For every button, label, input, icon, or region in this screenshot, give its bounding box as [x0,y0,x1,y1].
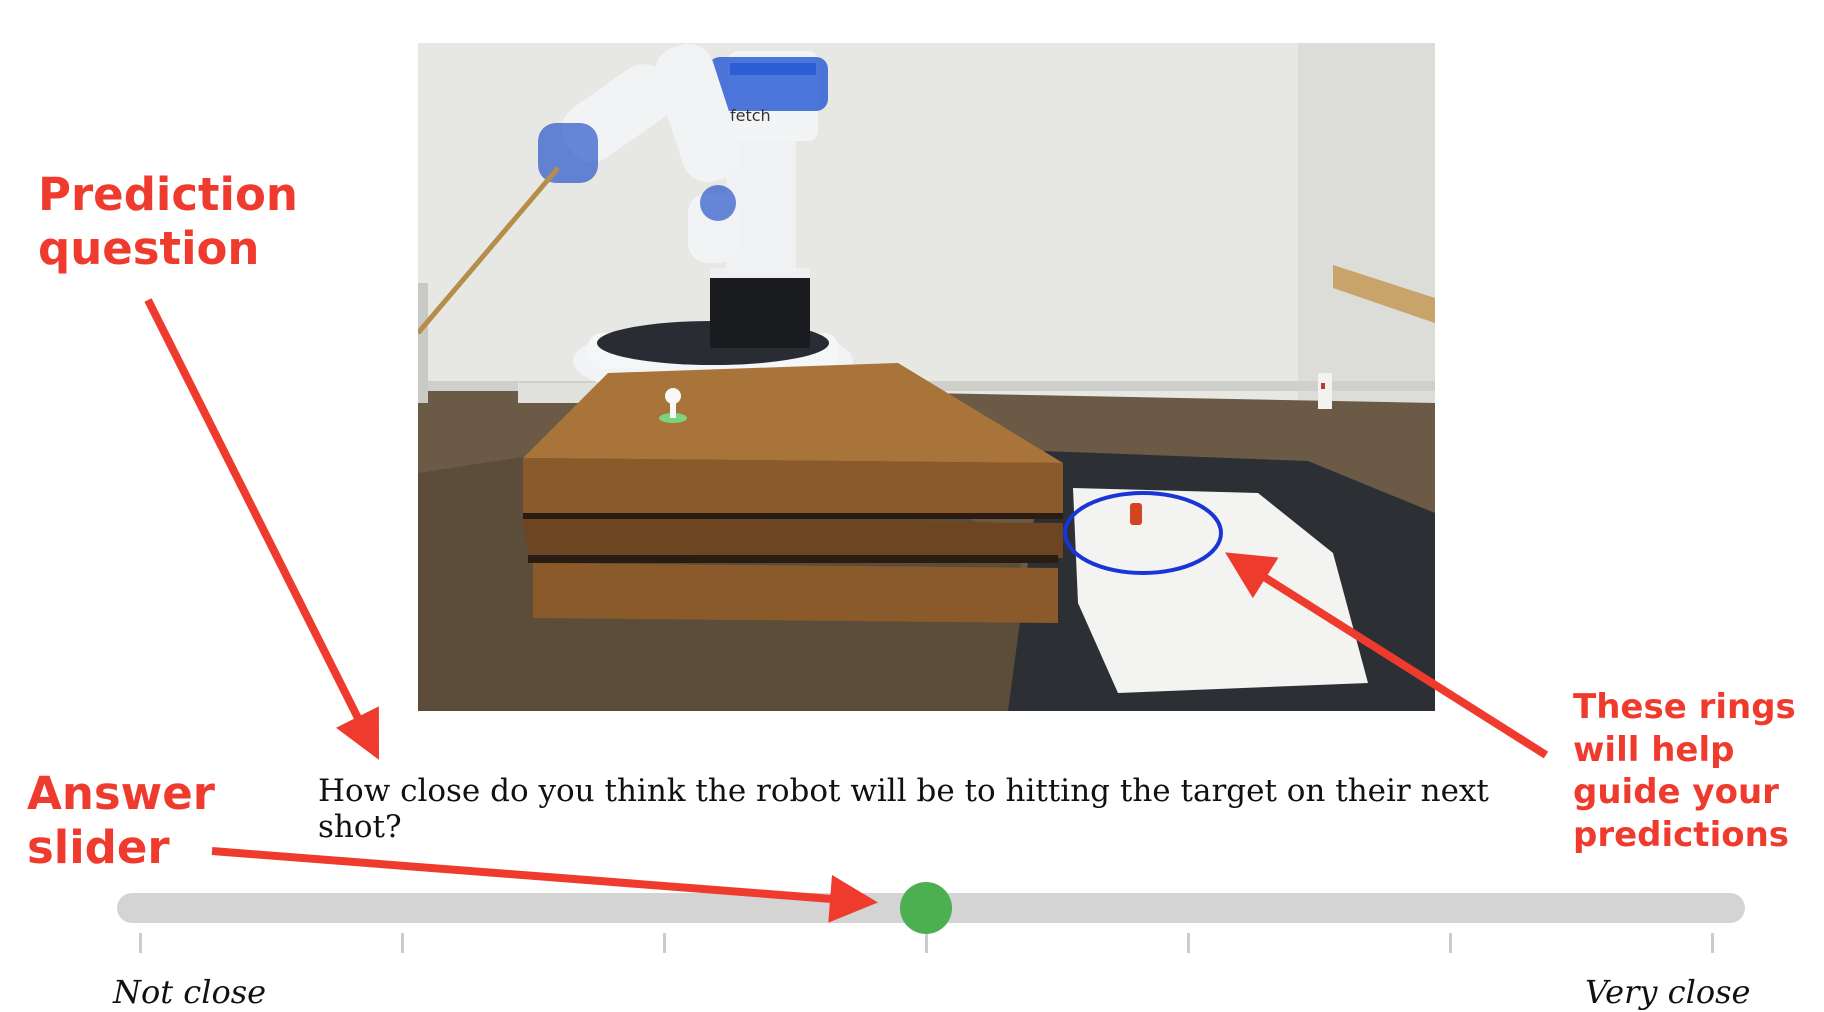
slider-tick [663,933,666,953]
annotation-rings-hint: These rings will help guide your predict… [1573,687,1796,855]
survey-screen: fetch Prediction question Answer slider … [0,0,1824,1012]
robot-scene-image: fetch [418,43,1435,711]
answer-slider-thumb[interactable] [900,882,952,934]
annotation-answer-slider: Answer slider [27,767,215,874]
slider-max-label: Very close [1585,973,1751,1011]
slider-min-label: Not close [113,973,267,1011]
slider-tick [925,933,928,953]
slider-tick [1187,933,1190,953]
slider-tick [401,933,404,953]
annotation-prediction-question: Prediction question [38,168,298,275]
slider-tick [1449,933,1452,953]
robot-scene-drawing: fetch [418,43,1435,711]
robot-brand-text: fetch [730,106,771,125]
arrow-to-question [144,298,379,760]
prediction-question-text: How close do you think the robot will be… [318,773,1489,845]
slider-tick [139,933,142,953]
slider-tick [1711,933,1714,953]
